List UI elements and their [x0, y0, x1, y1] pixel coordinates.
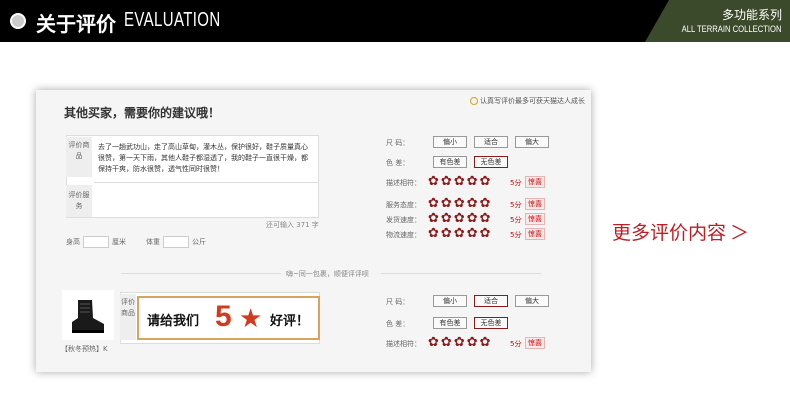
- star-icon[interactable]: ✿: [454, 175, 465, 188]
- review-text: 去了一趟武功山，走了高山草甸，灌木丛，保护很好，鞋子质量真心很赞，第一天下雨，其…: [98, 143, 308, 173]
- star-icon[interactable]: ✿: [454, 227, 465, 240]
- boot-image: [72, 300, 104, 333]
- color-option-nodiff[interactable]: 无色差: [474, 156, 508, 168]
- review-form-screenshot: 其他买家，需要你的建议哦！ 认真写评价最多可获天猫达人成长 评价商品 评价服务 …: [36, 90, 591, 372]
- collection-badge: 多功能系列 ALL TERRAIN COLLECTION: [645, 0, 790, 42]
- star-icon: ★: [239, 304, 263, 334]
- size-option-small[interactable]: 偏小: [433, 136, 467, 148]
- star-icon[interactable]: ✿: [428, 197, 439, 210]
- star-icon[interactable]: ✿: [441, 175, 452, 188]
- star-icon[interactable]: ✿: [467, 197, 478, 210]
- logistics-speed-label: 物流速度：: [386, 231, 421, 239]
- five-star-banner: 请给我们 5 ★ 好评！: [137, 296, 320, 340]
- product-thumbnail[interactable]: [62, 290, 114, 340]
- rating-score: 5分: [510, 340, 522, 348]
- star-icon[interactable]: ✿: [428, 175, 439, 188]
- star-icon[interactable]: ✿: [480, 197, 491, 210]
- color-option-diff[interactable]: 有色差: [433, 156, 467, 168]
- rating-score: 5分: [510, 201, 522, 209]
- service-rating-stars[interactable]: ✿ ✿ ✿ ✿ ✿: [428, 197, 491, 210]
- star-icon[interactable]: ✿: [480, 227, 491, 240]
- banner-number: 5: [215, 300, 232, 333]
- height-field: 身高 厘米: [66, 236, 126, 248]
- form-heading: 其他买家，需要你的建议哦！: [64, 106, 221, 120]
- bullet-icon: [10, 13, 26, 29]
- size-option-small-2[interactable]: 偏小: [433, 295, 467, 307]
- shipping-speed-label: 发货速度：: [386, 216, 421, 224]
- star-icon[interactable]: ✿: [467, 175, 478, 188]
- rating-tag: 惊喜: [525, 213, 545, 225]
- section-title-cn: 关于评价: [36, 12, 116, 36]
- star-icon[interactable]: ✿: [441, 212, 452, 225]
- star-icon[interactable]: ✿: [441, 336, 452, 349]
- rating-tag: 惊喜: [525, 176, 545, 188]
- char-limit: 还可输入 371 字: [266, 221, 319, 229]
- chevron-right-icon: ＞: [730, 222, 750, 244]
- product-name[interactable]: 【秋冬预热】K: [61, 344, 108, 354]
- weight-field: 体重 公斤: [146, 236, 206, 248]
- color-diff-label-2: 色 差：: [386, 320, 410, 328]
- star-icon[interactable]: ✿: [454, 197, 465, 210]
- package-divider-text: 嗨~同一包裹，顺便评评呗: [286, 270, 369, 278]
- desc-match-label-2: 描述相符：: [386, 340, 421, 348]
- star-icon[interactable]: ✿: [428, 212, 439, 225]
- star-icon[interactable]: ✿: [467, 336, 478, 349]
- star-icon[interactable]: ✿: [480, 212, 491, 225]
- review-service-label: 评价服务: [66, 185, 92, 217]
- banner-text-post: 好评！: [270, 314, 310, 329]
- badge-title-cn: 多功能系列: [721, 8, 782, 22]
- size-option-large-2[interactable]: 偏大: [515, 295, 549, 307]
- star-icon[interactable]: ✿: [441, 227, 452, 240]
- size-option-fit[interactable]: 适合: [474, 136, 508, 148]
- banner-text-pre: 请给我们: [147, 314, 200, 329]
- star-icon[interactable]: ✿: [480, 336, 491, 349]
- more-reviews-link[interactable]: 更多评价内容＞: [612, 218, 749, 245]
- review-product-label-2: 评价商品: [120, 294, 136, 340]
- rating-score: 5分: [510, 231, 522, 239]
- desc-rating-stars[interactable]: ✿ ✿ ✿ ✿ ✿: [428, 175, 491, 188]
- size-label: 尺 码：: [386, 139, 410, 147]
- star-icon[interactable]: ✿: [428, 227, 439, 240]
- badge-title-en: ALL TERRAIN COLLECTION: [682, 24, 782, 34]
- color-diff-label: 色 差：: [386, 159, 410, 167]
- star-icon[interactable]: ✿: [441, 197, 452, 210]
- review-product-label: 评价商品: [66, 137, 92, 177]
- star-icon[interactable]: ✿: [480, 175, 491, 188]
- rating-score: 5分: [510, 179, 522, 187]
- desc-rating-stars-2[interactable]: ✿ ✿ ✿ ✿ ✿: [428, 336, 491, 349]
- weight-input[interactable]: [163, 236, 189, 248]
- hint-text: 认真写评价最多可获天猫达人成长: [470, 96, 585, 106]
- star-icon[interactable]: ✿: [428, 336, 439, 349]
- desc-match-label: 描述相符：: [386, 179, 421, 187]
- color-option-nodiff-2[interactable]: 无色差: [474, 317, 508, 329]
- rating-tag: 惊喜: [525, 228, 545, 240]
- star-icon[interactable]: ✿: [454, 212, 465, 225]
- logistics-rating-stars[interactable]: ✿ ✿ ✿ ✿ ✿: [428, 227, 491, 240]
- section-header: 关于评价 EVALUATION 多功能系列 ALL TERRAIN COLLEC…: [0, 0, 790, 42]
- size-option-fit-2[interactable]: 适合: [474, 295, 508, 307]
- color-option-diff-2[interactable]: 有色差: [433, 317, 467, 329]
- section-title-en: EVALUATION: [124, 9, 221, 31]
- size-label-2: 尺 码：: [386, 298, 410, 306]
- divider-right: [381, 273, 541, 274]
- divider-left: [121, 273, 281, 274]
- star-icon[interactable]: ✿: [467, 227, 478, 240]
- star-icon[interactable]: ✿: [467, 212, 478, 225]
- rating-score: 5分: [510, 216, 522, 224]
- rating-tag: 惊喜: [525, 337, 545, 349]
- height-input[interactable]: [83, 236, 109, 248]
- review-separator: [94, 182, 318, 183]
- star-icon[interactable]: ✿: [454, 336, 465, 349]
- shipping-rating-stars[interactable]: ✿ ✿ ✿ ✿ ✿: [428, 212, 491, 225]
- size-option-large[interactable]: 偏大: [515, 136, 549, 148]
- service-attitude-label: 服务态度：: [386, 201, 421, 209]
- bulb-icon: [470, 97, 478, 105]
- rating-tag: 惊喜: [525, 198, 545, 210]
